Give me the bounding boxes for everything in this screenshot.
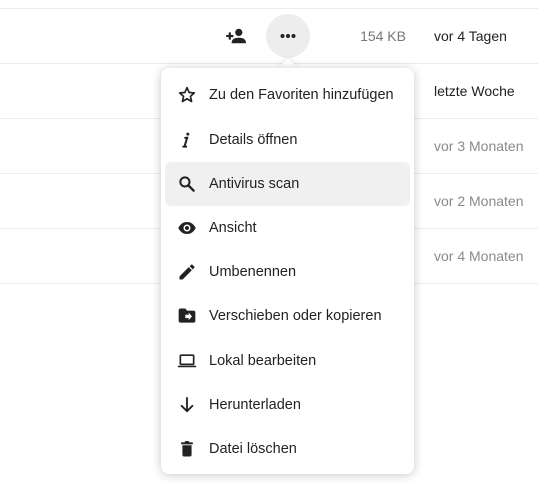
file-modified: vor 2 Monaten <box>434 193 524 209</box>
laptop-icon <box>177 354 197 368</box>
menu-item-label: Herunterladen <box>209 397 301 413</box>
file-actions-menu: Zu den Favoriten hinzufügen Details öffn… <box>161 68 414 474</box>
menu-item-open-details[interactable]: Details öffnen <box>165 118 410 162</box>
menu-item-label: Ansicht <box>209 220 257 236</box>
eye-icon <box>178 222 196 234</box>
menu-item-add-favorite[interactable]: Zu den Favoriten hinzufügen <box>165 73 410 117</box>
file-size: 154 KB <box>360 28 406 44</box>
menu-item-download[interactable]: Herunterladen <box>165 383 410 427</box>
info-icon <box>182 132 190 148</box>
menu-item-label: Antivirus scan <box>209 176 300 192</box>
menu-item-label: Zu den Favoriten hinzufügen <box>209 87 394 103</box>
menu-item-delete-file[interactable]: Datei löschen <box>165 427 410 471</box>
menu-item-label: Details öffnen <box>209 132 298 148</box>
menu-item-label: Verschieben oder kopieren <box>209 308 382 324</box>
download-icon <box>180 397 194 413</box>
menu-item-label: Lokal bearbeiten <box>209 353 317 369</box>
menu-item-move-copy[interactable]: Verschieben oder kopieren <box>165 294 410 338</box>
menu-item-label: Datei löschen <box>209 441 297 457</box>
share-user-icon[interactable] <box>226 27 248 45</box>
file-modified: vor 3 Monaten <box>434 138 524 154</box>
file-modified: vor 4 Monaten <box>434 248 524 264</box>
more-dots-icon <box>280 34 296 38</box>
trash-icon <box>181 441 193 457</box>
star-icon <box>178 86 196 103</box>
menu-item-rename[interactable]: Umbenennen <box>165 250 410 294</box>
file-modified: letzte Woche <box>434 83 515 99</box>
menu-item-edit-locally[interactable]: Lokal bearbeiten <box>165 339 410 383</box>
search-icon <box>179 176 195 192</box>
menu-item-view[interactable]: Ansicht <box>165 206 410 250</box>
menu-item-antivirus-scan[interactable]: Antivirus scan <box>165 162 410 206</box>
pencil-icon <box>179 264 195 280</box>
more-actions-button[interactable] <box>266 14 310 58</box>
folder-move-icon <box>178 308 196 323</box>
file-modified: vor 4 Tagen <box>434 28 507 44</box>
menu-item-label: Umbenennen <box>209 264 297 280</box>
